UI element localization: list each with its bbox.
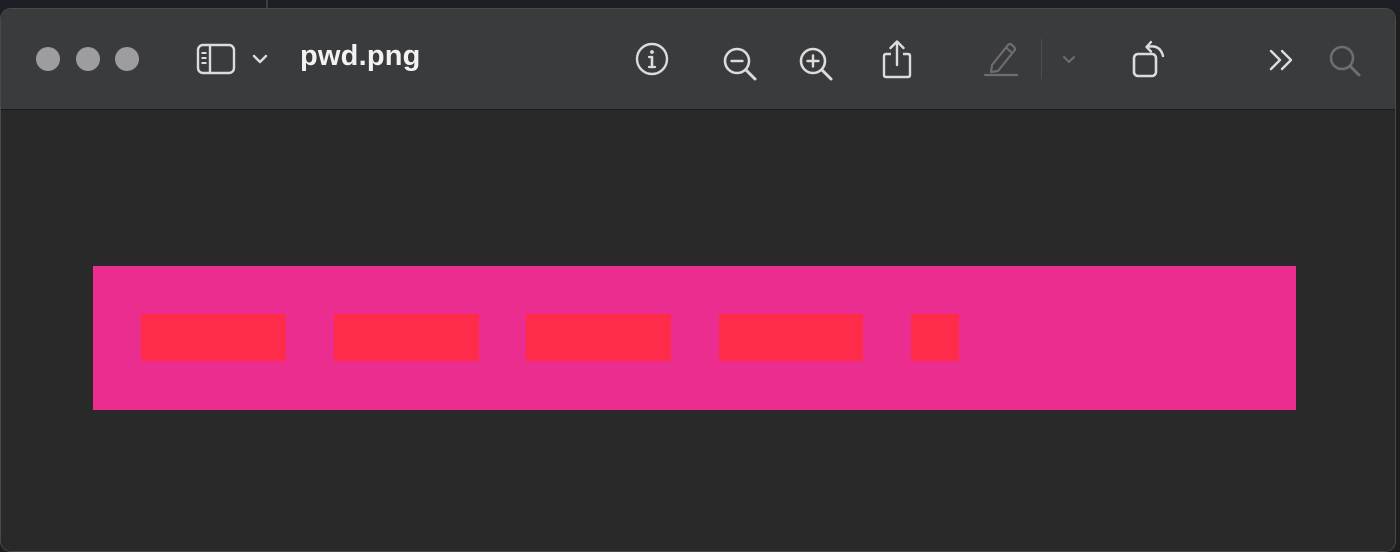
masked-char-block <box>141 314 286 361</box>
double-chevron-right-icon[interactable] <box>1267 47 1297 73</box>
titlebar: pwd.png <box>1 9 1395 110</box>
zoom-out-icon[interactable] <box>721 45 759 83</box>
minimize-window-button[interactable] <box>76 47 100 71</box>
toolbar-separator <box>1041 39 1042 79</box>
preview-window: pwd.png <box>0 8 1396 552</box>
share-icon[interactable] <box>879 37 915 81</box>
sidebar-icon[interactable] <box>195 41 237 77</box>
masked-char-block <box>719 314 863 361</box>
pen-icon[interactable] <box>981 38 1021 78</box>
window-title: pwd.png <box>300 40 421 72</box>
rotate-icon[interactable] <box>1129 35 1171 81</box>
image-canvas <box>1 110 1395 551</box>
chevron-down-icon[interactable] <box>250 49 270 69</box>
masked-char-block <box>526 314 671 361</box>
masked-char-block <box>911 314 959 361</box>
zoom-window-button[interactable] <box>115 47 139 71</box>
markup-chevron-down-icon[interactable] <box>1060 51 1078 67</box>
masked-char-block <box>334 314 479 361</box>
search-icon[interactable] <box>1326 42 1364 80</box>
password-image <box>93 266 1296 410</box>
zoom-in-icon[interactable] <box>797 45 835 83</box>
info-icon[interactable] <box>633 40 671 78</box>
close-window-button[interactable] <box>36 47 60 71</box>
